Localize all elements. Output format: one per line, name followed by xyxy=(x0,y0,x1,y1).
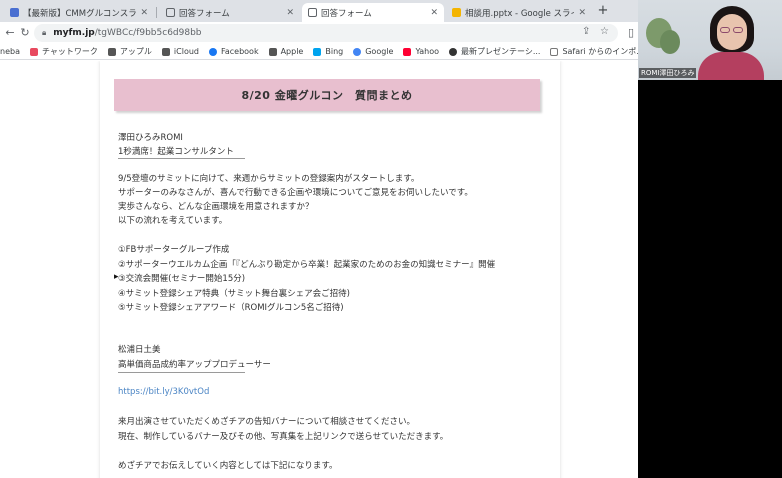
bookmark-safari-import[interactable]: Safari からのインポ... xyxy=(550,46,638,57)
facebook-icon xyxy=(208,47,217,56)
respondent-name: 澤田ひろみROMI xyxy=(118,133,183,143)
yahoo-icon xyxy=(403,47,412,56)
question-text-line: 実歩さんなら、どんな企画環境を用意されますか？ xyxy=(118,202,314,212)
glasses-icon xyxy=(720,27,730,33)
form-answer-document: 8/20 金曜グルコン 質問まとめ 澤田ひろみROMI 1秒満席！起業コンサルタ… xyxy=(100,61,560,478)
question-text-line: めざチアでお伝えしていく内容としては下記になります。 xyxy=(118,461,338,471)
reload-icon[interactable]: ↻ xyxy=(18,26,32,40)
bookmark-label: チャットワーク xyxy=(41,47,98,56)
reference-link[interactable]: https://bit.ly/3K0vtOd xyxy=(118,387,209,397)
bookmark-neba[interactable]: neba xyxy=(0,47,20,56)
bookmark-presentation[interactable]: 最新プレゼンテーシ... xyxy=(448,46,541,57)
lock-icon: 🔒︎ xyxy=(42,28,47,37)
tab-title: 相談用.pptx - Google スライド xyxy=(465,8,574,19)
browser-window: 【最新版】CMMグルコンスライド ✕ 回答フォーム ✕ 回答フォーム ✕ 相談用… xyxy=(0,0,638,478)
mouse-cursor-icon: ▸ xyxy=(114,272,119,282)
apple-icon xyxy=(161,47,170,56)
tab-cmm-slide[interactable]: 【最新版】CMMグルコンスライド ✕ xyxy=(4,3,154,22)
page-viewport[interactable]: 8/20 金曜グルコン 質問まとめ 澤田ひろみROMI 1秒満席！起業コンサルタ… xyxy=(0,61,638,478)
question-text-line: 9/5登壇のサミットに向けて、来週からサミットの登録案内がスタートします。 xyxy=(118,174,420,184)
bookmark-label: iCloud xyxy=(173,47,199,56)
participant-video[interactable]: ROMI澤田ひろみ xyxy=(638,0,782,80)
slides-favicon-icon xyxy=(452,8,461,17)
tab-strip: 【最新版】CMMグルコンスライド ✕ 回答フォーム ✕ 回答フォーム ✕ 相談用… xyxy=(0,0,638,22)
google-icon xyxy=(353,47,362,56)
bing-icon xyxy=(313,47,322,56)
bookmark-label: Facebook xyxy=(220,47,259,56)
plan-list-item: ②サポーターウエルカム企画「『どんぶり勘定から卒業！起業家のためのお金の知識セミ… xyxy=(118,260,496,270)
tab-separator xyxy=(156,7,157,18)
bookmark-label: アップル xyxy=(119,47,152,56)
close-icon[interactable]: ✕ xyxy=(140,8,148,18)
tab-title: 【最新版】CMMグルコンスライド xyxy=(23,8,137,19)
tab-google-slides[interactable]: 相談用.pptx - Google スライド ✕ xyxy=(446,3,592,22)
bookmark-label: Bing xyxy=(325,47,344,56)
bookmark-bing[interactable]: Bing xyxy=(313,47,343,56)
respondent-title: 高単価商品成約率アッププロデューサー xyxy=(118,360,271,370)
globe-icon xyxy=(448,47,457,56)
bookmark-label: Google xyxy=(365,47,394,56)
bookmark-yahoo[interactable]: Yahoo xyxy=(403,47,439,56)
sidebar-icon[interactable]: ▯ xyxy=(624,26,638,40)
question-text-line: サポーターのみなさんが、喜んで行動できる企画や環境についてご意見をお伺いしたいで… xyxy=(118,188,473,198)
close-icon[interactable]: ✕ xyxy=(286,8,294,18)
bookmark-label: 最新プレゼンテーシ... xyxy=(460,47,541,56)
back-icon[interactable]: ← xyxy=(3,26,17,40)
bookmark-apple[interactable]: Apple xyxy=(268,47,304,56)
participant-body xyxy=(698,52,764,80)
plant-decoration xyxy=(660,30,680,54)
bookmark-chatwork[interactable]: チャットワーク xyxy=(29,46,98,57)
new-tab-button[interactable]: + xyxy=(596,4,610,18)
plan-list-item: ④サミット登録シェア特典（サミット舞台裏シェア会ご招待) xyxy=(118,289,350,299)
bookmark-label: Yahoo xyxy=(415,47,439,56)
question-text-line: 来月出演させていただくめざチアの告知バナーについて相談させてください。 xyxy=(118,417,415,427)
respondent-title: 1秒満席！起業コンサルタント xyxy=(118,147,234,157)
video-call-panel: ROMI澤田ひろみ xyxy=(638,0,782,478)
folder-icon xyxy=(550,47,559,56)
question-text-line: 以下の流れを考えています。 xyxy=(118,216,228,226)
apple-icon xyxy=(107,47,116,56)
bookmark-label: Apple xyxy=(280,47,304,56)
share-icon[interactable]: ⇪ xyxy=(582,26,590,37)
document-icon xyxy=(166,8,175,17)
bookmark-star-icon[interactable]: ☆ xyxy=(600,26,609,37)
page-title-banner: 8/20 金曜グルコン 質問まとめ xyxy=(114,79,540,111)
glasses-icon xyxy=(733,27,743,33)
url-path: /tgWBCc/f9bb5c6d98bb xyxy=(94,28,202,38)
url-host: myfm.jp xyxy=(53,28,95,38)
bookmarks-bar: neba チャットワーク アップル iCloud Facebook Apple … xyxy=(0,44,638,60)
bookmark-icloud[interactable]: iCloud xyxy=(161,47,199,56)
plan-list-item: ①FBサポーターグループ作成 xyxy=(118,245,230,255)
question-text-line: 現在、制作しているバナー及びその他、写真集を上記リンクで送らせていただきます。 xyxy=(118,432,449,442)
bookmark-google[interactable]: Google xyxy=(353,47,393,56)
tab-title: 回答フォーム xyxy=(179,8,230,19)
close-icon[interactable]: ✕ xyxy=(578,8,586,18)
close-icon[interactable]: ✕ xyxy=(430,8,438,18)
bookmark-label: Safari からのインポ... xyxy=(562,47,638,56)
slides-favicon-icon xyxy=(10,8,19,17)
tab-answer-form-2[interactable]: 回答フォーム ✕ xyxy=(302,3,444,22)
tab-title: 回答フォーム xyxy=(321,8,372,19)
plan-list-item: ⑤サミット登録シェアアワード（ROMIグルコン5名ご招待) xyxy=(118,303,344,313)
apple-icon xyxy=(268,47,277,56)
participant-name-label: ROMI澤田ひろみ xyxy=(639,68,697,78)
chatwork-icon xyxy=(29,47,38,56)
divider xyxy=(118,372,245,373)
respondent-name: 松浦日土美 xyxy=(118,345,161,355)
bookmark-apple-jp[interactable]: アップル xyxy=(107,46,152,57)
document-icon xyxy=(308,8,317,17)
address-bar[interactable]: 🔒︎ myfm.jp /tgWBCc/f9bb5c6d98bb ⇪ ☆ xyxy=(34,24,618,42)
bookmark-facebook[interactable]: Facebook xyxy=(208,47,259,56)
bookmark-label: neba xyxy=(0,47,20,56)
browser-toolbar: ← ↻ 🔒︎ myfm.jp /tgWBCc/f9bb5c6d98bb ⇪ ☆ … xyxy=(0,22,638,44)
plan-list-item: ③交流会開催(セミナー開始15分) xyxy=(118,274,246,284)
divider xyxy=(118,158,245,159)
tab-answer-form-1[interactable]: 回答フォーム ✕ xyxy=(160,3,300,22)
